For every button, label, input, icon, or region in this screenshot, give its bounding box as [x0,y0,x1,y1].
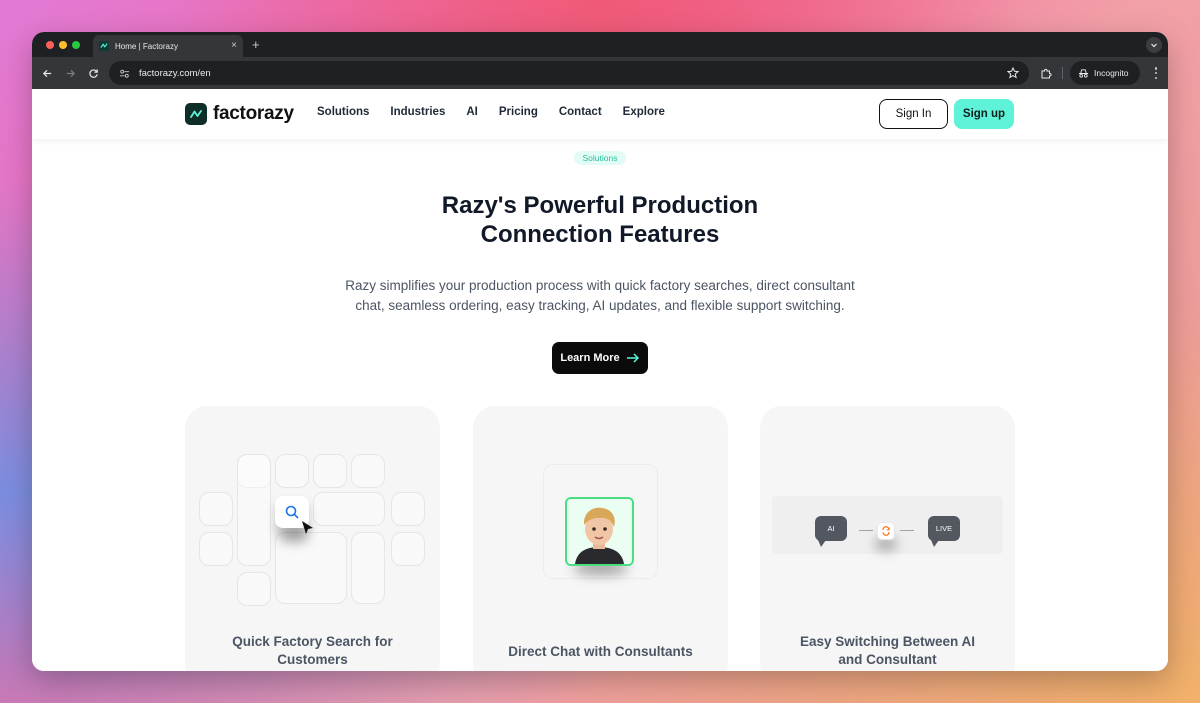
grid-tile [275,454,309,488]
card-title-line2: Customers [277,652,348,667]
bookmark-star-icon[interactable] [1007,67,1019,79]
hero-title: Razy's Powerful Production Connection Fe… [332,191,868,249]
close-window-button[interactable] [46,41,54,49]
card-title: Direct Chat with Consultants [473,643,728,661]
hero-title-line1: Razy's Powerful Production [441,192,759,219]
site-header: factorazy Solutions Industries AI Pricin… [32,89,1168,139]
incognito-label: Incognito [1094,68,1129,78]
swap-arrows-icon [882,526,890,536]
browser-tab-active[interactable]: Home | Factorazy × [93,35,243,57]
reload-icon[interactable] [86,66,100,80]
grid-tile [391,492,425,526]
arrow-right-icon [626,353,639,363]
connector-line [859,530,873,531]
tab-search-chevron-icon[interactable] [1146,37,1162,53]
hero-desc-line2: chat, seamless ordering, easy tracking, … [355,298,845,313]
nav-ai[interactable]: AI [466,106,478,118]
minimize-window-button[interactable] [59,41,67,49]
avatar-person-icon [567,499,632,564]
site-logo[interactable]: factorazy [185,103,294,125]
nav-contact[interactable]: Contact [559,106,602,118]
url-text: factorazy.com/en [139,67,211,79]
tab-close-icon[interactable]: × [231,41,237,51]
card-title-line2: and Consultant [838,652,937,667]
grid-tile [199,492,233,526]
browser-toolbar: factorazy.com/en Incognito [32,57,1168,89]
card-title-line1: Easy Switching Between AI [799,634,976,649]
card-title: Quick Factory Search for Customers [185,633,440,669]
ai-bubble-label: AI [827,524,835,533]
grid-tile [391,532,425,566]
new-tab-button[interactable]: + [252,37,260,52]
live-bubble-label: LIVE [935,524,953,533]
incognito-indicator[interactable]: Incognito [1070,61,1140,85]
extensions-puzzle-icon[interactable] [1040,67,1052,79]
learn-more-label: Learn More [560,352,620,364]
search-icon [285,505,299,519]
grid-tile [237,454,271,566]
card-title-line1: Direct Chat with Consultants [508,644,693,659]
grid-tile [275,532,347,604]
address-bar[interactable]: factorazy.com/en [109,61,1029,85]
browser-window: Home | Factorazy × + factorazy.com/en In… [32,32,1168,671]
connector-line [900,530,914,531]
card-title: Easy Switching Between AI and Consultant [760,633,1015,669]
hero-title-line2: Connection Features [480,221,720,248]
learn-more-button[interactable]: Learn More [552,342,648,374]
live-bubble: LIVE [928,516,960,547]
grid-tile [351,532,385,604]
grid-tile [237,572,271,606]
card-title-line1: Quick Factory Search for [232,634,393,649]
favicon-icon [99,41,109,51]
nav-explore[interactable]: Explore [623,106,665,118]
feature-card-chat[interactable]: Direct Chat with Consultants [473,406,728,671]
maximize-window-button[interactable] [72,41,80,49]
browser-titlebar: Home | Factorazy × + [32,32,1168,57]
hero-desc-line1: Razy simplifies your production process … [345,278,855,293]
switch-toggle [877,522,895,540]
mouse-cursor-icon [302,521,313,534]
grid-tile [351,454,385,488]
incognito-icon [1078,68,1089,78]
web-page: factorazy Solutions Industries AI Pricin… [32,89,1168,671]
grid-tile [313,492,385,526]
grid-tile [199,532,233,566]
site-settings-icon[interactable] [119,67,131,79]
back-arrow-icon[interactable] [40,66,54,80]
grid-tile [313,454,347,488]
browser-menu-icon[interactable] [1154,67,1158,79]
section-badge: Solutions [574,151,626,165]
toolbar-divider [1062,67,1063,79]
nav-pricing[interactable]: Pricing [499,106,538,118]
consultant-avatar [565,497,634,566]
tab-title: Home | Factorazy [115,41,178,51]
logo-mark-icon [185,103,207,125]
feature-card-search[interactable]: Quick Factory Search for Customers [185,406,440,671]
hero-description: Razy simplifies your production process … [320,276,880,316]
forward-arrow-icon[interactable] [63,66,77,80]
main-nav: Solutions Industries AI Pricing Contact … [317,106,686,118]
nav-solutions[interactable]: Solutions [317,106,369,118]
ai-bubble: AI [815,516,847,547]
sign-up-button[interactable]: Sign up [954,99,1014,129]
nav-industries[interactable]: Industries [390,106,445,118]
sign-in-button[interactable]: Sign In [879,99,948,129]
feature-card-switch[interactable]: AI LIVE Easy Switching Between AI and Co… [760,406,1015,671]
logo-text: factorazy [213,103,294,124]
